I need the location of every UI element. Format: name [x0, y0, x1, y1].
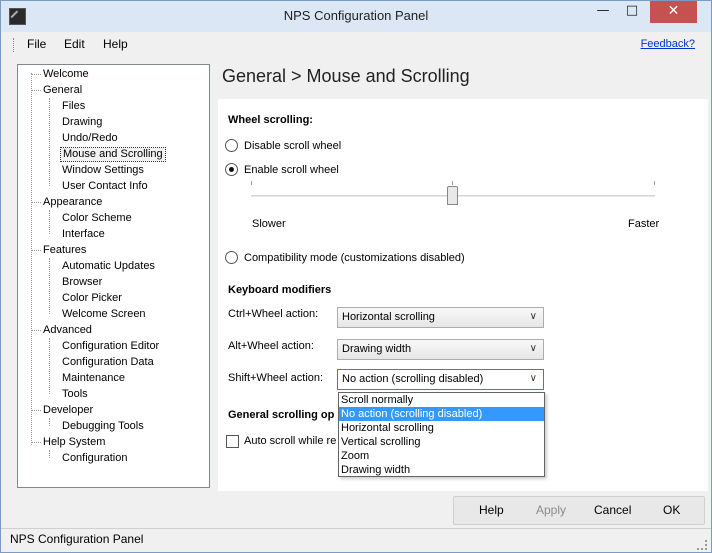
tree-item-configuration-data[interactable]: Configuration Data	[60, 355, 156, 370]
tree-item-tools[interactable]: Tools	[60, 387, 90, 402]
dropdown-option[interactable]: Horizontal scrolling	[339, 421, 544, 435]
shift-wheel-dropdown-list[interactable]: Scroll normally No action (scrolling dis…	[338, 392, 545, 477]
resize-grip-icon[interactable]	[697, 540, 707, 550]
page-title: General > Mouse and Scrolling	[222, 66, 470, 86]
tree-item-drawing[interactable]: Drawing	[60, 115, 104, 130]
alt-wheel-select[interactable]: Drawing width ∨	[337, 339, 544, 360]
chevron-down-icon: ∨	[529, 311, 537, 322]
tree-item-window-settings[interactable]: Window Settings	[60, 163, 146, 178]
tree-item-developer[interactable]: Developer	[41, 403, 95, 418]
tree-item-undo-redo[interactable]: Undo/Redo	[60, 131, 120, 146]
tree-item-welcome[interactable]: Welcome	[41, 67, 91, 82]
settings-tree[interactable]: Welcome General Files Drawing Undo/Redo …	[17, 64, 210, 488]
feedback-link[interactable]: Feedback?	[641, 38, 695, 50]
apply-button[interactable]: Apply	[536, 503, 566, 517]
slider-thumb[interactable]	[447, 186, 458, 205]
dropdown-option[interactable]: Drawing width	[339, 463, 544, 477]
shift-wheel-label: Shift+Wheel action:	[228, 372, 324, 384]
chevron-down-icon: ∨	[529, 343, 537, 354]
tree-item-general[interactable]: General	[41, 83, 84, 98]
tree-item-automatic-updates[interactable]: Automatic Updates	[60, 259, 157, 274]
maximize-button[interactable]: □	[618, 1, 646, 23]
close-button[interactable]: ✕	[650, 1, 697, 23]
enable-wheel-radio[interactable]	[225, 163, 238, 176]
tree-item-appearance[interactable]: Appearance	[41, 195, 104, 210]
dropdown-option-selected[interactable]: No action (scrolling disabled)	[339, 407, 544, 421]
tree-item-configuration[interactable]: Configuration	[60, 451, 129, 466]
tree-item-help-system[interactable]: Help System	[41, 435, 107, 450]
ok-button[interactable]: OK	[663, 503, 680, 517]
ctrl-wheel-label: Ctrl+Wheel action:	[228, 308, 319, 320]
compatibility-mode-radio[interactable]	[225, 251, 238, 264]
menu-edit[interactable]: Edit	[64, 37, 85, 51]
slower-label: Slower	[252, 218, 286, 230]
tree-item-features[interactable]: Features	[41, 243, 88, 258]
tree-item-color-picker[interactable]: Color Picker	[60, 291, 124, 306]
status-bar: NPS Configuration Panel	[1, 528, 711, 552]
dropdown-option[interactable]: Zoom	[339, 449, 544, 463]
title-bar[interactable]: NPS Configuration Panel — □ ✕	[1, 1, 711, 32]
disable-wheel-radio[interactable]	[225, 139, 238, 152]
tree-item-advanced[interactable]: Advanced	[41, 323, 94, 338]
minimize-button[interactable]: —	[589, 1, 617, 23]
alt-wheel-label: Alt+Wheel action:	[228, 340, 314, 352]
menu-bar: File Edit Help Feedback?	[7, 32, 707, 56]
menu-help[interactable]: Help	[103, 37, 128, 51]
tree-item-mouse-scrolling[interactable]: Mouse and Scrolling	[60, 147, 166, 162]
tree-item-interface[interactable]: Interface	[60, 227, 107, 242]
shift-wheel-value: No action (scrolling disabled)	[342, 373, 484, 385]
general-scrolling-heading: General scrolling op	[228, 409, 335, 421]
disable-wheel-label[interactable]: Disable scroll wheel	[244, 140, 341, 152]
button-bar: Help Apply Cancel OK	[453, 496, 705, 525]
alt-wheel-value: Drawing width	[342, 343, 412, 355]
dropdown-option[interactable]: Scroll normally	[339, 393, 544, 407]
keyboard-modifiers-heading: Keyboard modifiers	[228, 284, 332, 296]
ctrl-wheel-value: Horizontal scrolling	[342, 311, 435, 323]
tree-item-debugging-tools[interactable]: Debugging Tools	[60, 419, 146, 434]
menu-grip-icon	[13, 38, 16, 52]
tree-item-user-contact[interactable]: User Contact Info	[60, 179, 150, 194]
menu-file[interactable]: File	[27, 37, 46, 51]
tree-item-maintenance[interactable]: Maintenance	[60, 371, 127, 386]
tree-item-welcome-screen[interactable]: Welcome Screen	[60, 307, 148, 322]
wheel-scrolling-heading: Wheel scrolling:	[228, 114, 313, 126]
auto-scroll-label[interactable]: Auto scroll while re	[244, 435, 336, 447]
tree-item-color-scheme[interactable]: Color Scheme	[60, 211, 134, 226]
app-window: NPS Configuration Panel — □ ✕ File Edit …	[0, 0, 712, 553]
dropdown-option[interactable]: Vertical scrolling	[339, 435, 544, 449]
tree-item-configuration-editor[interactable]: Configuration Editor	[60, 339, 161, 354]
compatibility-mode-label[interactable]: Compatibility mode (customizations disab…	[244, 252, 465, 264]
tree-item-files[interactable]: Files	[60, 99, 87, 114]
status-text: NPS Configuration Panel	[10, 532, 144, 546]
faster-label: Faster	[628, 218, 660, 230]
shift-wheel-select[interactable]: No action (scrolling disabled) ∨	[337, 369, 544, 390]
help-button[interactable]: Help	[479, 503, 504, 517]
enable-wheel-label[interactable]: Enable scroll wheel	[244, 164, 339, 176]
cancel-button[interactable]: Cancel	[594, 503, 631, 517]
auto-scroll-checkbox[interactable]	[226, 435, 239, 448]
tree-item-browser[interactable]: Browser	[60, 275, 104, 290]
ctrl-wheel-select[interactable]: Horizontal scrolling ∨	[337, 307, 544, 328]
chevron-down-icon: ∨	[529, 373, 537, 384]
